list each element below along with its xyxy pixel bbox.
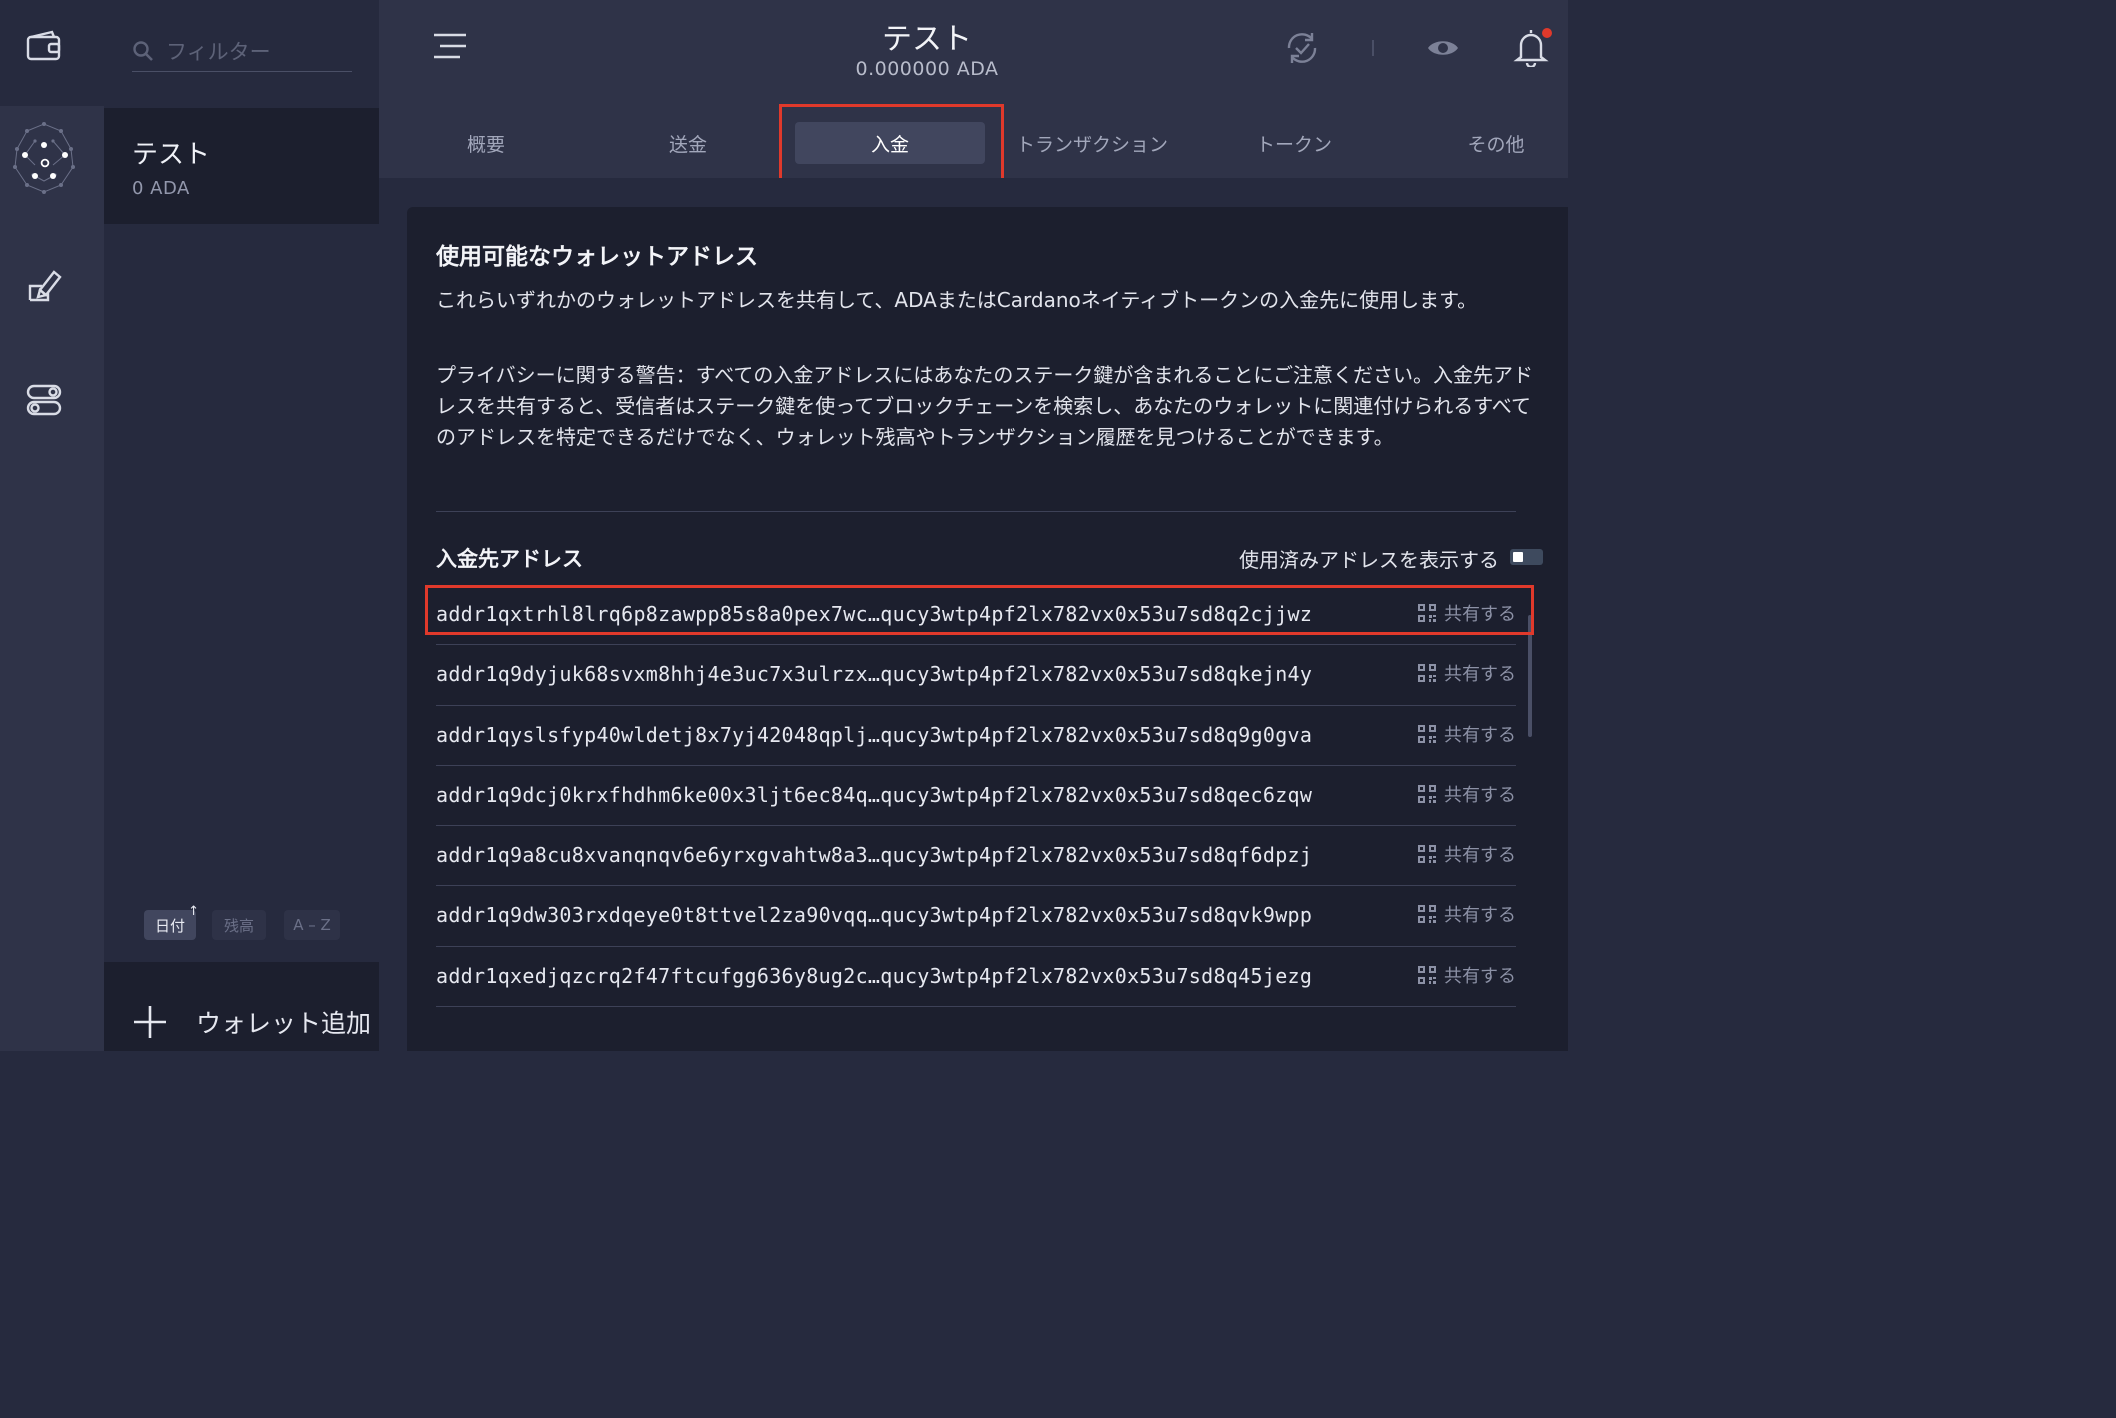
share-label: 共有する [1444,965,1516,987]
wallet-name: テスト [132,140,211,170]
tab-summary[interactable]: 概要 [386,122,586,164]
plus-icon [134,1006,166,1038]
address-text[interactable]: addr1q9a8cu8xvanqnqv6e6yrxgvahtw8a3…qucy… [436,843,1312,867]
first-address-highlight [425,585,1534,635]
divider [436,511,1516,512]
address-text[interactable]: addr1q9dyjuk68svxm8hhj4e3uc7x3ulrzx…qucy… [436,662,1312,686]
address-row: addr1qyslsfyp40wldetj8x7yj42048qplj…qucy… [436,706,1516,766]
sort-alphabetical-button[interactable]: A – Z [284,910,340,940]
share-label: 共有する [1444,905,1516,927]
address-text[interactable]: addr1qxedjqzcrq2f47ftcufgg636y8ug2c…qucy… [436,964,1312,988]
share-label: 共有する [1444,784,1516,806]
bell-icon[interactable] [1511,26,1552,68]
address-text[interactable]: addr1qyslsfyp40wldetj8x7yj42048qplj…qucy… [436,723,1312,747]
share-label: 共有する [1444,724,1516,746]
eye-icon[interactable] [1423,30,1463,66]
tab-send[interactable]: 送金 [588,122,788,164]
search-input[interactable]: フィルター [166,36,271,66]
address-text[interactable]: addr1q9dw303rxdqeye0t8ttvel2za90vqq…qucy… [436,903,1312,927]
qr-code-icon [1418,845,1436,864]
share-address-button[interactable]: 共有する [1418,781,1516,807]
wallet-header: テスト 0.000000 ADA 概要 送金 入金 トランザクション トークン … [379,0,1568,182]
qr-code-icon [1418,784,1436,803]
toggles-icon[interactable] [22,378,66,422]
address-row: addr1q9dw303rxdqeye0t8ttvel2za90vqq…qucy… [436,886,1516,947]
address-row: addr1q9dyjuk68svxm8hhj4e3uc7x3ulrzx…qucy… [436,645,1516,706]
address-row: addr1q9a8cu8xvanqnqv6e6yrxgvahtw8a3…qucy… [436,826,1516,887]
receive-tab-highlight [779,104,1004,182]
share-address-button[interactable]: 共有する [1418,962,1516,988]
show-used-addresses-label: 使用済みアドレスを表示する [1239,548,1499,572]
wallet-list-panel: フィルター テスト 0 ADA 日付 ↑ 残高 A – Z ウォレット追加 [104,0,379,1051]
network-icon[interactable] [4,118,84,198]
share-address-button[interactable]: 共有する [1418,901,1516,927]
sort-arrow-up-icon: ↑ [188,904,199,919]
share-address-button[interactable]: 共有する [1418,841,1516,867]
share-label: 共有する [1444,664,1516,686]
address-row: addr1q9dcj0krxfhdhm6ke00x3ljt6ec84q…qucy… [436,766,1516,827]
notification-dot [1542,28,1552,38]
toggle-knob [1513,552,1523,562]
header-divider [1372,40,1374,56]
wallet-balance: 0 ADA [132,178,190,199]
privacy-warning: プライバシーに関する警告：すべての入金アドレスにはあなたのステーク鍵が含まれるこ… [436,363,1533,449]
share-label: 共有する [1444,845,1516,867]
sort-by-balance-button[interactable]: 残高 [212,910,266,940]
sync-check-icon[interactable] [1282,28,1322,68]
address-list: addr1qxtrhl8lrq6p8zawpp85s8a0pex7wc…qucy… [436,585,1516,1008]
show-used-addresses-toggle[interactable] [1510,549,1543,565]
sort-by-date-button[interactable]: 日付 ↑ [144,904,199,940]
search-icon [133,40,153,61]
tab-more[interactable]: その他 [1396,122,1596,164]
add-wallet-label: ウォレット追加 [196,1009,372,1038]
share-address-button[interactable]: 共有する [1418,721,1516,747]
address-text[interactable]: addr1q9dcj0krxfhdhm6ke00x3ljt6ec84q…qucy… [436,783,1312,807]
qr-code-icon [1418,905,1436,924]
share-address-button[interactable]: 共有する [1418,660,1516,686]
add-wallet-button[interactable]: ウォレット追加 [104,962,379,1051]
ballot-icon[interactable] [22,262,66,306]
qr-code-icon [1418,965,1436,984]
app-sidebar [0,0,104,1051]
receive-heading: 使用可能なウォレットアドレス [436,244,758,270]
qr-code-icon [1418,724,1436,743]
wallet-icon[interactable] [22,24,66,68]
tab-transactions[interactable]: トランザクション [992,122,1192,164]
wallet-filter[interactable]: フィルター [132,30,352,72]
tab-tokens[interactable]: トークン [1194,122,1394,164]
addresses-section-title: 入金先アドレス [436,547,583,571]
qr-code-icon [1418,664,1436,683]
address-row: addr1qxedjqzcrq2f47ftcufgg636y8ug2c…qucy… [436,947,1516,1008]
receive-description: これらいずれかのウォレットアドレスを共有して、ADAまたはCardanoネイティ… [436,288,1478,312]
wallet-list-item[interactable]: テスト 0 ADA [104,108,379,224]
